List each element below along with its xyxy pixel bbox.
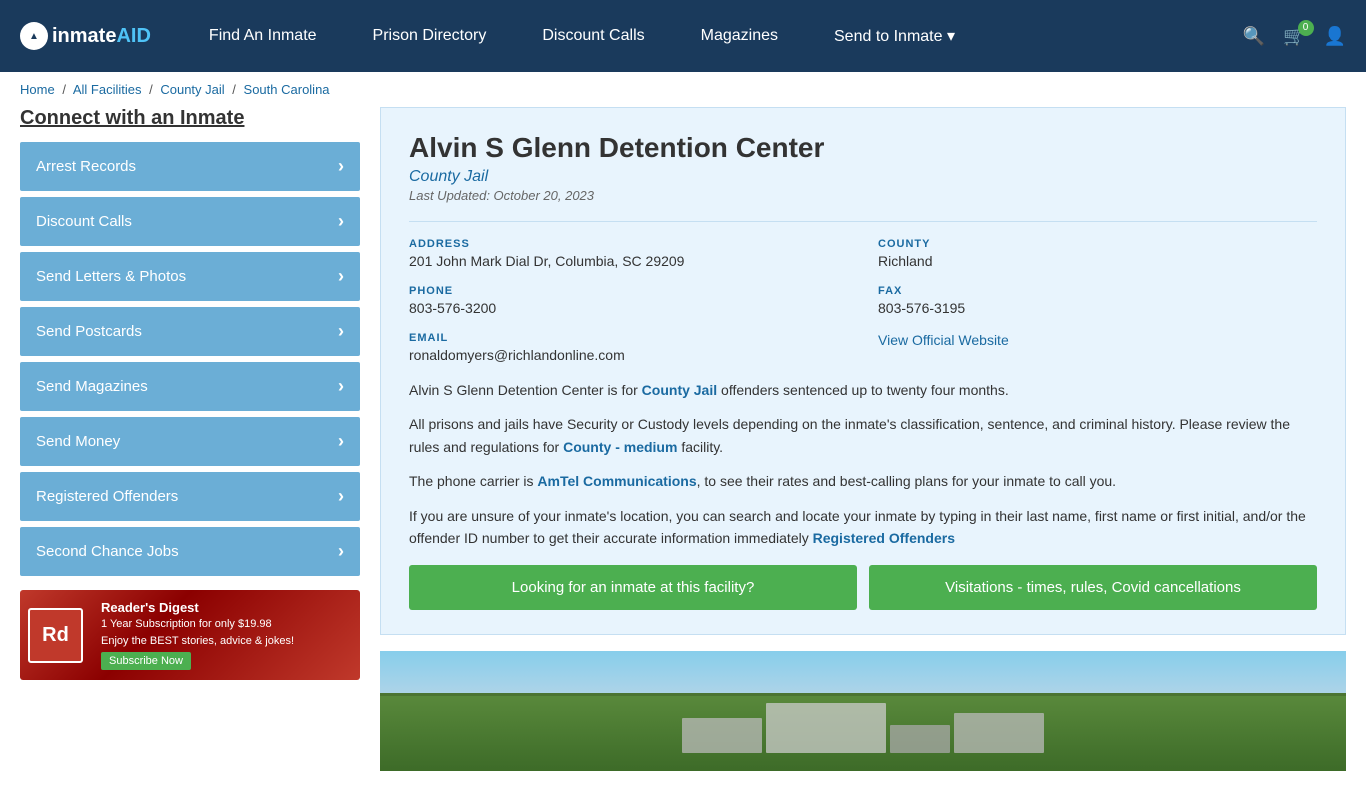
- chevron-right-icon: ›: [338, 431, 344, 452]
- amtel-communications-link[interactable]: AmTel Communications: [537, 473, 696, 489]
- fax-label: FAX: [878, 285, 1317, 297]
- sidebar-item-label: Second Chance Jobs: [36, 543, 179, 560]
- breadcrumb: Home / All Facilities / County Jail / So…: [0, 72, 1366, 107]
- sidebar-item-arrest-records[interactable]: Arrest Records ›: [20, 142, 360, 191]
- sidebar-item-label: Send Letters & Photos: [36, 268, 186, 285]
- desc-para-2: All prisons and jails have Security or C…: [409, 413, 1317, 458]
- sidebar-item-send-postcards[interactable]: Send Postcards ›: [20, 307, 360, 356]
- logo[interactable]: ▲ inmateAID: [20, 22, 151, 50]
- logo-text: inmateAID: [52, 25, 151, 48]
- breadcrumb-state[interactable]: South Carolina: [244, 82, 330, 97]
- action-buttons: Looking for an inmate at this facility? …: [409, 565, 1317, 610]
- sidebar-item-discount-calls[interactable]: Discount Calls ›: [20, 197, 360, 246]
- chevron-right-icon: ›: [338, 541, 344, 562]
- facility-type: County Jail: [409, 168, 1317, 186]
- sidebar-item-label: Send Magazines: [36, 378, 148, 395]
- desc-para-4: If you are unsure of your inmate's locat…: [409, 505, 1317, 550]
- county-label: COUNTY: [878, 238, 1317, 250]
- county-jail-link[interactable]: County Jail: [642, 382, 717, 398]
- facility-card: Alvin S Glenn Detention Center County Ja…: [380, 107, 1346, 635]
- cart-icon[interactable]: 🛒 0: [1283, 26, 1305, 47]
- county-block: COUNTY Richland: [878, 238, 1317, 269]
- ad-body: Enjoy the BEST stories, advice & jokes!: [101, 635, 350, 647]
- sidebar-item-registered-offenders[interactable]: Registered Offenders ›: [20, 472, 360, 521]
- visitations-button[interactable]: Visitations - times, rules, Covid cancel…: [869, 565, 1317, 610]
- breadcrumb-county-jail[interactable]: County Jail: [160, 82, 224, 97]
- right-content: Alvin S Glenn Detention Center County Ja…: [380, 107, 1346, 771]
- main-content: Connect with an Inmate Arrest Records › …: [0, 107, 1366, 791]
- cart-badge: 0: [1298, 20, 1314, 36]
- facility-info-grid: ADDRESS 201 John Mark Dial Dr, Columbia,…: [409, 221, 1317, 363]
- facility-description: Alvin S Glenn Detention Center is for Co…: [409, 379, 1317, 549]
- chevron-right-icon: ›: [338, 266, 344, 287]
- sidebar-item-label: Discount Calls: [36, 213, 132, 230]
- address-label: ADDRESS: [409, 238, 848, 250]
- ad-banner: Rd Reader's Digest 1 Year Subscription f…: [20, 590, 360, 680]
- ad-logo: Rd: [28, 608, 83, 663]
- desc-para-3: The phone carrier is AmTel Communication…: [409, 470, 1317, 492]
- email-block: EMAIL ronaldomyers@richlandonline.com: [409, 332, 848, 363]
- main-nav: Find An Inmate Prison Directory Discount…: [181, 0, 1243, 72]
- nav-send-to-inmate[interactable]: Send to Inmate ▾: [806, 0, 983, 72]
- sidebar-item-send-magazines[interactable]: Send Magazines ›: [20, 362, 360, 411]
- email-value: ronaldomyers@richlandonline.com: [409, 347, 848, 363]
- ad-subscribe-button[interactable]: Subscribe Now: [101, 652, 191, 670]
- chevron-right-icon: ›: [338, 156, 344, 177]
- chevron-right-icon: ›: [338, 376, 344, 397]
- breadcrumb-all-facilities[interactable]: All Facilities: [73, 82, 142, 97]
- phone-value: 803-576-3200: [409, 300, 848, 316]
- phone-block: PHONE 803-576-3200: [409, 285, 848, 316]
- ad-subtitle: 1 Year Subscription for only $19.98: [101, 618, 350, 630]
- sidebar-item-label: Registered Offenders: [36, 488, 178, 505]
- registered-offenders-link[interactable]: Registered Offenders: [813, 530, 955, 546]
- sidebar-item-label: Send Money: [36, 433, 120, 450]
- sidebar: Connect with an Inmate Arrest Records › …: [20, 107, 360, 680]
- chevron-right-icon: ›: [338, 486, 344, 507]
- ad-content: Reader's Digest 1 Year Subscription for …: [91, 590, 360, 680]
- county-medium-link[interactable]: County - medium: [563, 439, 677, 455]
- email-label: EMAIL: [409, 332, 848, 344]
- chevron-right-icon: ›: [338, 211, 344, 232]
- sidebar-item-label: Send Postcards: [36, 323, 142, 340]
- nav-find-an-inmate[interactable]: Find An Inmate: [181, 0, 345, 72]
- website-block: View Official Website: [878, 332, 1317, 363]
- header: ▲ inmateAID Find An Inmate Prison Direct…: [0, 0, 1366, 72]
- sidebar-title: Connect with an Inmate: [20, 107, 360, 130]
- header-icons: 🔍 🛒 0 👤: [1243, 26, 1346, 47]
- ad-title: Reader's Digest: [101, 600, 350, 615]
- county-value: Richland: [878, 253, 1317, 269]
- sidebar-item-label: Arrest Records: [36, 158, 136, 175]
- sidebar-item-send-money[interactable]: Send Money ›: [20, 417, 360, 466]
- search-icon[interactable]: 🔍: [1243, 26, 1265, 47]
- sidebar-item-second-chance-jobs[interactable]: Second Chance Jobs ›: [20, 527, 360, 576]
- nav-discount-calls[interactable]: Discount Calls: [514, 0, 672, 72]
- user-icon[interactable]: 👤: [1324, 26, 1346, 47]
- fax-block: FAX 803-576-3195: [878, 285, 1317, 316]
- chevron-right-icon: ›: [338, 321, 344, 342]
- nav-prison-directory[interactable]: Prison Directory: [345, 0, 515, 72]
- address-value: 201 John Mark Dial Dr, Columbia, SC 2920…: [409, 253, 848, 269]
- sidebar-item-send-letters[interactable]: Send Letters & Photos ›: [20, 252, 360, 301]
- desc-para-1: Alvin S Glenn Detention Center is for Co…: [409, 379, 1317, 401]
- address-block: ADDRESS 201 John Mark Dial Dr, Columbia,…: [409, 238, 848, 269]
- view-official-website-link[interactable]: View Official Website: [878, 332, 1009, 348]
- nav-magazines[interactable]: Magazines: [673, 0, 806, 72]
- facility-last-updated: Last Updated: October 20, 2023: [409, 188, 1317, 203]
- fax-value: 803-576-3195: [878, 300, 1317, 316]
- breadcrumb-home[interactable]: Home: [20, 82, 55, 97]
- facility-image: [380, 651, 1346, 771]
- logo-icon: ▲: [20, 22, 48, 50]
- facility-name: Alvin S Glenn Detention Center: [409, 132, 1317, 164]
- phone-label: PHONE: [409, 285, 848, 297]
- find-inmate-button[interactable]: Looking for an inmate at this facility?: [409, 565, 857, 610]
